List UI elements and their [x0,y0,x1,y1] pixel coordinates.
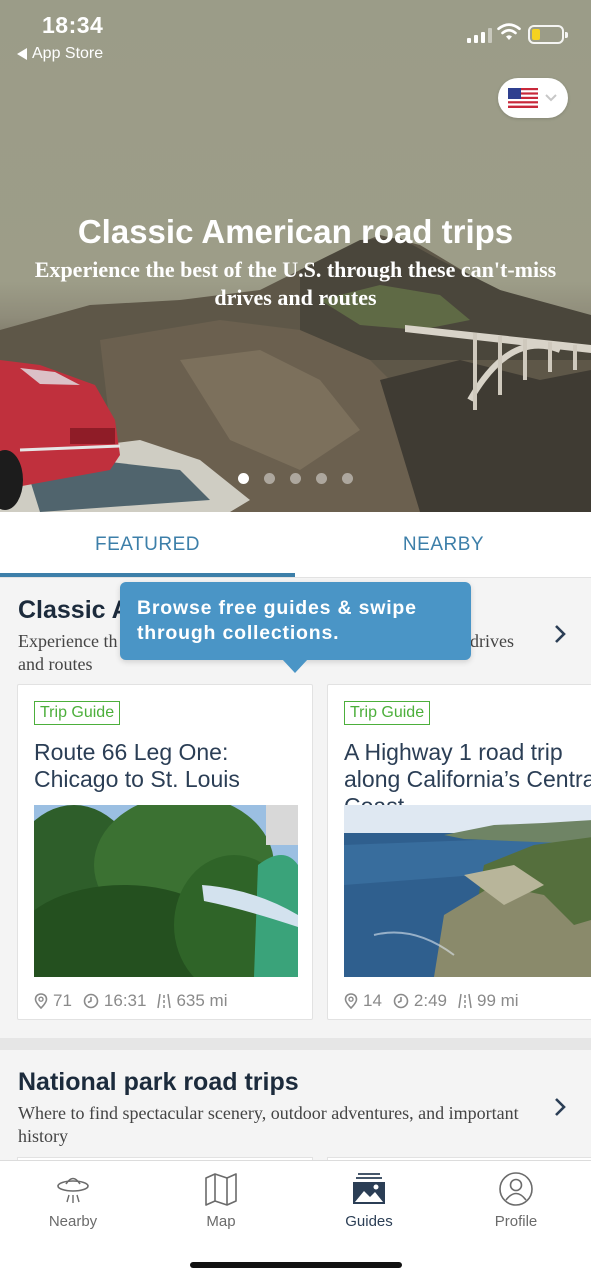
map-icon [205,1173,237,1206]
tab-nearby[interactable]: NEARBY [296,512,591,578]
section-description-end: drives [470,631,514,651]
chevron-down-icon [545,94,557,102]
nav-label: Guides [345,1213,393,1230]
nav-guides[interactable]: Guides [319,1171,419,1230]
card-image [344,805,591,977]
card-stats: 71 16:31 635 mi [34,991,228,1011]
onboarding-tooltip[interactable]: Browse free guides & swipe through colle… [120,582,471,673]
clock-icon [393,993,409,1009]
status-bar: 18:34 App Store [0,0,591,70]
section-title[interactable]: Classic A [18,596,130,625]
active-tab-indicator [0,573,295,577]
nav-label: Map [206,1213,236,1230]
wifi-icon [497,23,521,40]
distance: 635 mi [176,991,228,1010]
tab-bar: FEATURED NEARBY [0,512,591,578]
carousel-dot[interactable] [342,473,353,484]
clock-icon [83,993,99,1009]
road-distance-icon [157,993,172,1009]
trip-guide-badge: Trip Guide [344,701,431,725]
location-pin-icon [34,993,48,1009]
nav-nearby[interactable]: Nearby [23,1171,123,1230]
chevron-right-icon[interactable] [550,1095,570,1119]
tooltip-arrow [282,659,308,673]
hero-subtitle: Experience the best of the U.S. through … [34,257,557,310]
section-description-start: Experience th [18,631,118,651]
distance: 99 mi [477,991,519,1010]
section-divider [0,1038,591,1050]
carousel-dot[interactable] [238,473,249,484]
back-label: App Store [32,45,104,62]
stops-count: 14 [363,991,382,1010]
ufo-icon [57,1177,89,1203]
profile-icon [499,1172,533,1206]
hero-title: Classic American road trips [77,213,514,250]
section-description: Where to find spectacular scenery, outdo… [18,1103,519,1146]
bottom-navigation: Nearby Map Guides Profile [0,1160,591,1280]
carousel-dot[interactable] [264,473,275,484]
section-title[interactable]: National park road trips [18,1068,299,1097]
card-image [34,805,298,977]
home-indicator[interactable] [190,1262,402,1268]
stops-count: 71 [53,991,72,1010]
back-to-app-store[interactable]: App Store [17,45,103,63]
guides-icon [353,1173,385,1204]
guide-card-highway-1[interactable]: Trip Guide A Highway 1 road trip along C… [327,684,591,1020]
us-flag-icon [508,88,538,108]
carousel-dot[interactable] [290,473,301,484]
section-description-line2: and routes [18,654,93,674]
card-stats: 14 2:49 99 mi [344,991,519,1011]
nav-map[interactable]: Map [171,1171,271,1230]
tab-featured[interactable]: FEATURED [0,512,295,578]
carousel-dot[interactable] [316,473,327,484]
carousel-dots[interactable] [238,473,353,484]
location-pin-icon [344,993,358,1009]
duration: 16:31 [103,991,147,1010]
tooltip-text: Browse free guides & swipe through colle… [137,597,417,644]
guide-card-route-66[interactable]: Trip Guide Route 66 Leg One: Chicago to … [17,684,313,1020]
cellular-signal-icon [467,28,492,43]
chevron-right-icon[interactable] [550,622,570,646]
nav-label: Profile [494,1213,538,1230]
back-arrow-icon [17,48,27,60]
battery-icon [528,25,568,44]
status-time: 18:34 [42,12,104,38]
hero-carousel[interactable]: 18:34 App Store Classic American road tr… [0,0,591,512]
trip-guide-badge: Trip Guide [34,701,121,725]
duration: 2:49 [413,991,448,1010]
road-distance-icon [458,993,472,1009]
nav-profile[interactable]: Profile [466,1171,566,1230]
card-title: Route 66 Leg One: Chicago to St. Louis [34,739,240,792]
language-selector[interactable] [498,78,568,118]
nav-label: Nearby [48,1213,98,1230]
